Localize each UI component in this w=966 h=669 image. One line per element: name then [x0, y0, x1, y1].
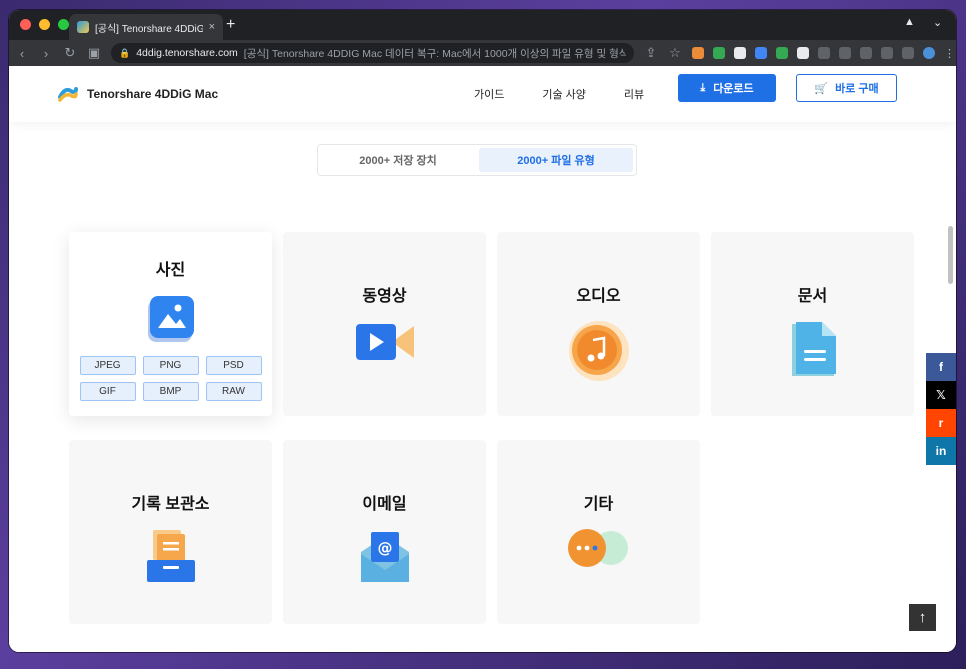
page-scrollbar[interactable]	[948, 226, 953, 284]
extension-icon[interactable]	[692, 47, 704, 59]
site-header: Tenorshare 4DDiG Mac 가이드 기술 사양 리뷰 ⤓ 다운로드…	[9, 66, 956, 122]
puzzle-icon[interactable]	[818, 47, 830, 59]
cast-icon[interactable]	[860, 47, 872, 59]
buy-label: 바로 구매	[835, 83, 879, 95]
format-tag: BMP	[142, 382, 199, 401]
download-icon[interactable]	[839, 47, 851, 59]
card-title: 오디오	[576, 288, 621, 305]
tab-close-icon[interactable]: ×	[209, 21, 215, 33]
address-bar: ‹ › ↻ ▣ 🔒 4ddig.tenorshare.com [공식] Teno…	[9, 40, 956, 66]
zoom-window-button[interactable]	[58, 19, 69, 30]
photo-format-tags: JPEG PNG PSD GIF BMP RAW	[79, 356, 262, 401]
translate-icon[interactable]	[755, 47, 767, 59]
tab-bar: [공식] Tenorshare 4DDiG Mac 데 × + ▲ ⌄	[9, 10, 956, 40]
lock-icon: 🔒	[119, 47, 131, 58]
svg-text:@: @	[377, 539, 392, 557]
reload-icon[interactable]: ↻	[63, 45, 77, 61]
format-tag: GIF	[79, 382, 136, 401]
web-page: Tenorshare 4DDiG Mac 가이드 기술 사양 리뷰 ⤓ 다운로드…	[9, 66, 956, 652]
download-arrow-icon: ⤓	[700, 81, 706, 94]
extensions: ⋮	[692, 47, 955, 60]
notion-icon[interactable]: ▣	[87, 45, 101, 61]
video-icon	[355, 324, 414, 360]
photo-icon	[147, 296, 194, 342]
card-title: 사진	[155, 262, 186, 279]
url-field[interactable]: 🔒 4ddig.tenorshare.com [공식] Tenorshare 4…	[111, 43, 634, 63]
tenorshare-logo-icon	[58, 87, 78, 102]
format-tag: JPEG	[79, 356, 136, 375]
extension-icon[interactable]	[734, 47, 746, 59]
browser-tab[interactable]: [공식] Tenorshare 4DDiG Mac 데 ×	[69, 14, 223, 40]
tab-file-types[interactable]: 2000+ 파일 유형	[479, 148, 633, 172]
format-tag: RAW	[205, 382, 262, 401]
category-card-archive[interactable]: 기록 보관소	[69, 440, 272, 624]
sidebar-icon[interactable]	[902, 47, 914, 59]
card-title: 동영상	[362, 288, 407, 305]
url-host: 4ddig.tenorshare.com	[136, 47, 238, 59]
back-icon[interactable]: ‹	[15, 46, 29, 61]
forward-icon[interactable]: ›	[39, 46, 53, 61]
card-title: 기타	[583, 496, 614, 513]
minimize-window-button[interactable]	[39, 19, 50, 30]
bookmark-icon[interactable]: ☆	[668, 45, 682, 61]
brand-name: Tenorshare 4DDiG Mac	[87, 87, 219, 101]
email-icon: @	[360, 532, 409, 582]
linkedin-share-icon[interactable]: in	[926, 437, 956, 465]
site-logo[interactable]: Tenorshare 4DDiG Mac	[57, 83, 218, 105]
avatar[interactable]	[923, 47, 935, 59]
chevron-down-icon[interactable]: ⌄	[933, 16, 942, 29]
buy-now-button[interactable]: 🛒 바로 구매	[796, 74, 897, 102]
document-icon	[791, 322, 836, 376]
facebook-share-icon[interactable]: f	[926, 353, 956, 381]
page-title-in-url: [공식] Tenorshare 4DDIG Mac 데이터 복구: Mac에서 …	[243, 47, 626, 60]
extension-icon[interactable]	[797, 47, 809, 59]
format-tag: PNG	[142, 356, 199, 375]
window-controls	[20, 19, 69, 30]
reddit-share-icon[interactable]: r	[926, 409, 956, 437]
browser-window: [공식] Tenorshare 4DDiG Mac 데 × + ▲ ⌄ ‹ › …	[9, 10, 956, 652]
archive-icon	[146, 530, 195, 582]
new-tab-button[interactable]: +	[226, 16, 235, 34]
nav-reviews[interactable]: 리뷰	[624, 86, 644, 102]
x-share-icon[interactable]: 𝕏	[926, 381, 956, 409]
card-title: 기록 보관소	[131, 496, 210, 513]
music-icon	[568, 321, 629, 381]
more-menu-icon[interactable]: ⋮	[944, 47, 955, 60]
nav-guide[interactable]: 가이드	[474, 86, 504, 102]
close-window-button[interactable]	[20, 19, 31, 30]
category-card-document[interactable]: 문서	[711, 232, 914, 416]
tab-storage-devices[interactable]: 2000+ 저장 장치	[321, 148, 475, 172]
bird-icon: ▲	[904, 16, 915, 28]
download-button[interactable]: ⤓ 다운로드	[678, 74, 776, 102]
more-icon	[567, 529, 628, 567]
category-card-email[interactable]: 이메일 @	[283, 440, 486, 624]
extension-icon[interactable]	[713, 47, 725, 59]
category-card-photo[interactable]: 사진 JPEG PNG PSD GIF BMP RAW	[69, 232, 272, 416]
social-share-bar: f 𝕏 r in	[926, 353, 956, 465]
category-toggle: 2000+ 저장 장치 2000+ 파일 유형	[317, 144, 637, 176]
share-icon[interactable]: ⇪	[644, 45, 658, 61]
card-title: 문서	[797, 288, 828, 305]
extension-icon[interactable]	[776, 47, 788, 59]
screenshot-icon[interactable]	[881, 47, 893, 59]
format-tag: PSD	[205, 356, 262, 375]
cart-icon: 🛒	[814, 82, 829, 95]
category-card-video[interactable]: 동영상	[283, 232, 486, 416]
category-card-audio[interactable]: 오디오	[497, 232, 700, 416]
nav-tech-specs[interactable]: 기술 사양	[542, 86, 586, 102]
download-label: 다운로드	[713, 83, 754, 95]
main-nav: 가이드 기술 사양 리뷰	[474, 86, 644, 102]
site-favicon-icon	[77, 21, 89, 33]
back-to-top-button[interactable]: ↑	[909, 604, 936, 631]
card-title: 이메일	[362, 496, 407, 513]
tab-title: [공식] Tenorshare 4DDiG Mac 데	[95, 23, 203, 35]
category-card-other[interactable]: 기타	[497, 440, 700, 624]
